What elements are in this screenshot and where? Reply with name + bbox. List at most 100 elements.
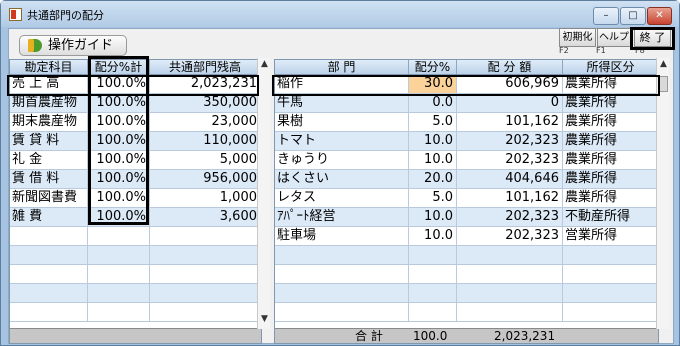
operation-guide-button[interactable]: 操作ガイド <box>19 35 127 56</box>
cell-pct[interactable]: 5.0 <box>409 189 457 207</box>
cell-category[interactable] <box>563 284 658 302</box>
table-row[interactable] <box>10 246 261 265</box>
cell-pct[interactable] <box>409 265 457 283</box>
cell-pct[interactable]: 100.0% <box>88 170 150 188</box>
dept-table-scrollbar[interactable]: ▲ <box>656 58 669 329</box>
table-row[interactable] <box>275 246 658 265</box>
cell-account[interactable]: 期末農産物 <box>10 113 88 131</box>
cell-balance[interactable]: 350,000 <box>150 94 261 112</box>
cell-pct[interactable] <box>88 246 150 264</box>
cell-category[interactable]: 不動産所得 <box>563 208 658 226</box>
table-row[interactable] <box>10 284 261 303</box>
cell-balance[interactable]: 110,000 <box>150 132 261 150</box>
cell-account[interactable]: 賃 借 料 <box>10 170 88 188</box>
cell-amount[interactable]: 101,162 <box>457 113 563 131</box>
cell-category[interactable] <box>563 265 658 283</box>
cell-pct[interactable]: 30.0 <box>409 75 457 93</box>
cell-dept[interactable]: ｱﾊﾟｰﾄ経営 <box>275 208 409 226</box>
cell-dept[interactable] <box>275 303 409 321</box>
cell-pct[interactable]: 100.0% <box>88 132 150 150</box>
cell-account[interactable] <box>10 227 88 245</box>
table-row[interactable]: 礼 金 100.0% 5,000 <box>10 151 261 170</box>
cell-amount[interactable]: 101,162 <box>457 189 563 207</box>
maximize-button[interactable]: □ <box>620 7 646 25</box>
cell-account[interactable] <box>10 303 88 321</box>
cell-pct[interactable] <box>409 303 457 321</box>
cell-pct[interactable]: 100.0% <box>88 113 150 131</box>
cell-category[interactable] <box>563 246 658 264</box>
cell-pct[interactable]: 100.0% <box>88 94 150 112</box>
table-row[interactable] <box>10 265 261 284</box>
cell-account[interactable]: 礼 金 <box>10 151 88 169</box>
cell-dept[interactable]: はくさい <box>275 170 409 188</box>
cell-dept[interactable]: 駐車場 <box>275 227 409 245</box>
cell-account[interactable]: 売 上 高 <box>10 75 88 93</box>
cell-balance[interactable] <box>150 284 261 302</box>
table-row[interactable]: 雑 費 100.0% 3,600 <box>10 208 261 227</box>
cell-amount[interactable]: 202,323 <box>457 208 563 226</box>
scroll-thumb[interactable] <box>658 76 668 92</box>
scroll-down-icon[interactable]: ▼ <box>259 314 270 324</box>
cell-amount[interactable]: 606,969 <box>457 75 563 93</box>
cell-balance[interactable]: 3,600 <box>150 208 261 226</box>
table-row[interactable]: 賃 借 料 100.0% 956,000 <box>10 170 261 189</box>
table-row[interactable]: レタス 5.0 101,162 農業所得 <box>275 189 658 208</box>
cell-account[interactable] <box>10 284 88 302</box>
cell-pct[interactable] <box>88 265 150 283</box>
table-row[interactable]: 賃 貸 料 100.0% 110,000 <box>10 132 261 151</box>
cell-category[interactable]: 農業所得 <box>563 189 658 207</box>
table-row[interactable] <box>10 303 261 322</box>
cell-amount[interactable]: 202,323 <box>457 151 563 169</box>
cell-account[interactable]: 雑 費 <box>10 208 88 226</box>
cell-category[interactable]: 農業所得 <box>563 151 658 169</box>
cell-amount[interactable]: 404,646 <box>457 170 563 188</box>
scroll-up-icon[interactable]: ▲ <box>259 59 270 69</box>
cell-pct[interactable]: 10.0 <box>409 208 457 226</box>
cell-balance[interactable] <box>150 227 261 245</box>
table-row[interactable]: 期首農産物 100.0% 350,000 <box>10 94 261 113</box>
table-row[interactable] <box>275 303 658 322</box>
cell-pct[interactable] <box>88 284 150 302</box>
cell-pct[interactable] <box>88 303 150 321</box>
table-row[interactable] <box>275 284 658 303</box>
cell-pct[interactable]: 10.0 <box>409 151 457 169</box>
cell-pct[interactable] <box>409 246 457 264</box>
cell-account[interactable] <box>10 246 88 264</box>
cell-account[interactable]: 期首農産物 <box>10 94 88 112</box>
cell-dept[interactable]: きゅうり <box>275 151 409 169</box>
cell-balance[interactable] <box>150 246 261 264</box>
cell-pct[interactable] <box>409 284 457 302</box>
cell-account[interactable]: 賃 貸 料 <box>10 132 88 150</box>
exit-button[interactable]: 終 了 <box>634 28 671 47</box>
cell-category[interactable]: 農業所得 <box>563 132 658 150</box>
cell-pct[interactable]: 0.0 <box>409 94 457 112</box>
cell-pct[interactable]: 10.0 <box>409 132 457 150</box>
cell-category[interactable]: 営業所得 <box>563 227 658 245</box>
minimize-button[interactable]: – <box>593 7 619 25</box>
table-row[interactable]: トマト 10.0 202,323 農業所得 <box>275 132 658 151</box>
table-row[interactable]: 牛馬 0.0 0 農業所得 <box>275 94 658 113</box>
table-row[interactable]: 新聞図書費 100.0% 1,000 <box>10 189 261 208</box>
table-row[interactable]: ｱﾊﾟｰﾄ経営 10.0 202,323 不動産所得 <box>275 208 658 227</box>
reset-button[interactable]: 初期化 <box>559 28 596 47</box>
cell-balance[interactable]: 23,000 <box>150 113 261 131</box>
cell-category[interactable] <box>563 303 658 321</box>
cell-amount[interactable] <box>457 303 563 321</box>
table-row[interactable] <box>275 265 658 284</box>
cell-amount[interactable]: 202,323 <box>457 227 563 245</box>
cell-dept[interactable]: 稲作 <box>275 75 409 93</box>
cell-amount[interactable] <box>457 246 563 264</box>
table-row[interactable]: 駐車場 10.0 202,323 営業所得 <box>275 227 658 246</box>
table-row[interactable]: 稲作 30.0 606,969 農業所得 <box>275 75 658 94</box>
cell-balance[interactable]: 2,023,231 <box>150 75 261 93</box>
table-row[interactable]: 果樹 5.0 101,162 農業所得 <box>275 113 658 132</box>
cell-dept[interactable] <box>275 284 409 302</box>
cell-dept[interactable] <box>275 265 409 283</box>
cell-dept[interactable]: トマト <box>275 132 409 150</box>
cell-balance[interactable]: 956,000 <box>150 170 261 188</box>
cell-category[interactable]: 農業所得 <box>563 75 658 93</box>
cell-pct[interactable]: 20.0 <box>409 170 457 188</box>
scroll-up-icon[interactable]: ▲ <box>658 59 669 69</box>
cell-dept[interactable]: 牛馬 <box>275 94 409 112</box>
cell-balance[interactable] <box>150 265 261 283</box>
